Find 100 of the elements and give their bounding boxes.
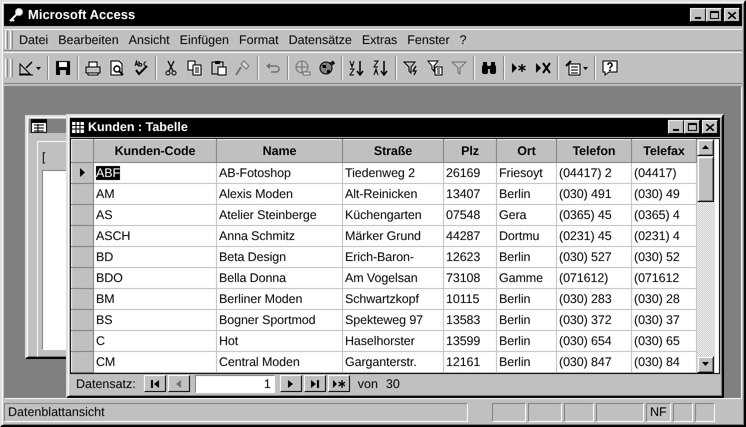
- menu-item[interactable]: Bearbeiten: [53, 32, 124, 48]
- column-header[interactable]: Telefon: [556, 139, 632, 162]
- table-cell: Berlin: [496, 183, 556, 204]
- sort-ascending-icon: [349, 60, 365, 76]
- table-cell: AS: [94, 204, 216, 226]
- table-cell: Tiedenweg 2: [342, 162, 444, 184]
- status-panel: [564, 402, 594, 422]
- close-button[interactable]: [724, 8, 740, 22]
- table-cell: Central Moden: [216, 351, 342, 372]
- menu-item[interactable]: Einfügen: [174, 32, 234, 48]
- table-cell: C: [94, 330, 216, 352]
- delete-record-icon: [535, 60, 551, 76]
- minimize-icon: [673, 129, 679, 132]
- table-cell: CM: [94, 351, 216, 372]
- column-header[interactable]: Name: [216, 139, 342, 162]
- corner-cell[interactable]: [72, 139, 94, 162]
- table-cell: Gamme: [496, 267, 556, 288]
- table-cell: 26169: [444, 162, 496, 184]
- undo-icon: [265, 60, 281, 76]
- new-record-button[interactable]: [328, 375, 350, 392]
- menu-item[interactable]: ?: [454, 32, 472, 48]
- table-cell: 07548: [444, 204, 496, 226]
- close-button[interactable]: [702, 120, 718, 134]
- menu-item[interactable]: Format: [234, 32, 284, 48]
- close-icon: [728, 12, 736, 18]
- last-record-button[interactable]: [304, 375, 326, 392]
- maximize-button[interactable]: [684, 120, 700, 134]
- menu-item[interactable]: Datei: [14, 32, 54, 48]
- down-arrow-icon: [702, 362, 709, 366]
- first-record-button[interactable]: [144, 375, 166, 392]
- current-record-arrow-icon: [80, 168, 85, 178]
- table-cell: Dortmu: [496, 225, 556, 246]
- table-cell: Anna Schmitz: [216, 225, 342, 246]
- record-selector[interactable]: [72, 162, 94, 184]
- minimize-button[interactable]: [690, 8, 706, 22]
- copy-icon: [187, 60, 203, 76]
- table-cell: 13407: [444, 183, 496, 204]
- vertical-scrollbar[interactable]: [697, 138, 715, 373]
- brush-icon: [235, 60, 251, 76]
- scissors-icon: [163, 60, 179, 76]
- column-header[interactable]: Kunden-Code: [94, 139, 216, 162]
- table-cell: BM: [94, 288, 216, 310]
- table-cell: BS: [94, 309, 216, 330]
- table-cell: Berlin: [496, 330, 556, 352]
- minimize-button[interactable]: [668, 120, 684, 134]
- scroll-down-button[interactable]: [697, 356, 714, 373]
- filter-form-icon: [427, 60, 443, 76]
- table-cell: Bella Donna: [216, 267, 342, 288]
- menu-item[interactable]: Ansicht: [124, 32, 175, 48]
- table-cell: 12161: [444, 351, 496, 372]
- new-record-nav-icon: [332, 380, 345, 388]
- window-title: Kunden : Tabelle: [88, 119, 189, 136]
- table-cell: (030) 847: [556, 351, 632, 372]
- table-cell: (0231) 45: [556, 225, 632, 246]
- sort-descending-icon: [373, 60, 389, 76]
- minimize-icon: [695, 17, 701, 19]
- table-cell: Hot: [216, 330, 342, 352]
- table-cell: Berlin: [496, 246, 556, 268]
- scroll-up-button[interactable]: [697, 138, 714, 156]
- table-cell: AM: [94, 183, 216, 204]
- database-window-icon: [31, 119, 47, 133]
- table-cell: Berlin: [496, 309, 556, 330]
- table-cell: Friesoyt: [496, 162, 556, 184]
- first-record-icon: [150, 380, 159, 388]
- column-header[interactable]: Telefax: [632, 139, 696, 162]
- spell-check-icon: [133, 60, 149, 76]
- filter-lightning-icon: [403, 60, 419, 76]
- status-text: Datenblattansicht: [4, 402, 468, 422]
- menu-item[interactable]: Fenster: [402, 32, 455, 48]
- next-record-button[interactable]: [280, 375, 302, 392]
- scrollbar-thumb[interactable]: [697, 156, 714, 202]
- table-cell: Alexis Moden: [216, 183, 342, 204]
- table-cell: Erich-Baron-: [342, 246, 444, 268]
- new-object-icon: [565, 60, 581, 76]
- table-cell: BD: [94, 246, 216, 268]
- column-header[interactable]: Straße: [342, 139, 444, 162]
- table-cell: 44287: [444, 225, 496, 246]
- status-indicator: NF: [646, 402, 671, 422]
- table-cell: Garganterstr.: [342, 351, 444, 372]
- status-panel: [672, 402, 693, 422]
- next-record-icon: [288, 380, 294, 388]
- menu-item[interactable]: Extras: [356, 32, 402, 48]
- column-header[interactable]: Plz: [444, 139, 496, 162]
- table-cell: (04417) 2: [556, 162, 632, 184]
- last-record-icon: [310, 380, 319, 388]
- printer-icon: [85, 60, 101, 76]
- status-panel: [528, 402, 562, 422]
- binoculars-icon: [481, 60, 497, 76]
- text-fragment: [: [42, 150, 46, 164]
- filter-icon: [451, 60, 467, 76]
- maximize-button[interactable]: [706, 8, 722, 22]
- selected-cell-text[interactable]: ABF: [96, 166, 120, 180]
- record-number-field[interactable]: 1: [194, 374, 275, 393]
- menu-item[interactable]: Datensätze: [284, 32, 357, 48]
- help-icon: [602, 60, 618, 76]
- ruler-triangle-icon: [18, 60, 34, 76]
- table-cell: 10115: [444, 288, 496, 310]
- table-cell: Berliner Moden: [216, 288, 342, 310]
- clipboard-icon: [211, 60, 227, 76]
- column-header[interactable]: Ort: [496, 139, 556, 162]
